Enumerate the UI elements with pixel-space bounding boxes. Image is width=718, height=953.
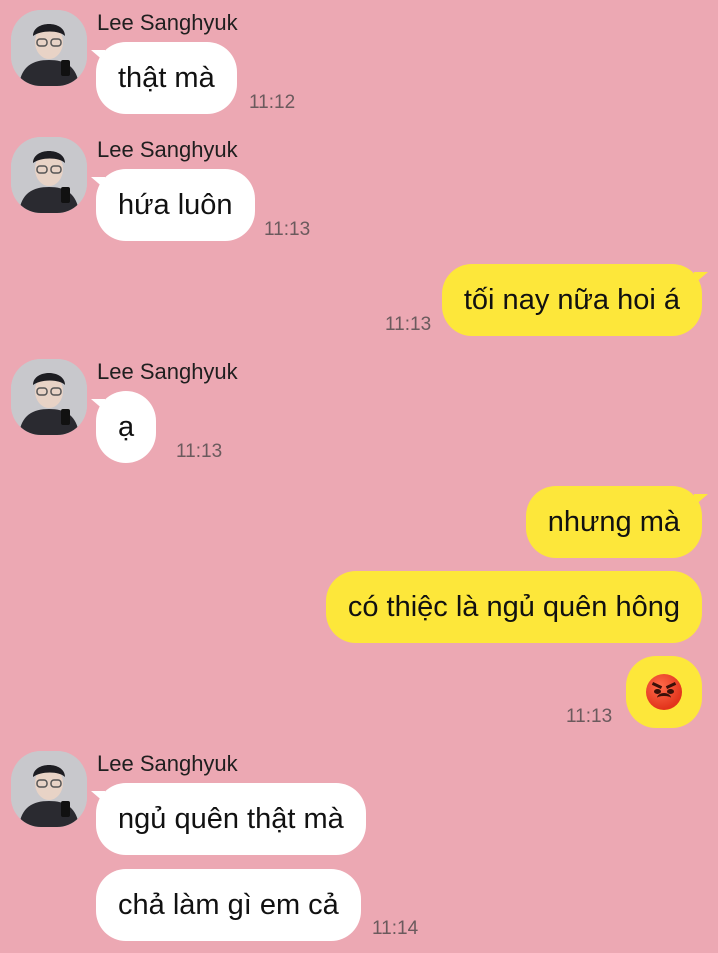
bubble-tail — [694, 272, 708, 284]
message-bubble[interactable] — [626, 656, 702, 728]
sender-name: Lee Sanghyuk — [97, 359, 238, 384]
sender-name: Lee Sanghyuk — [97, 751, 238, 776]
person-avatar-icon — [11, 751, 87, 827]
person-avatar-icon — [11, 359, 87, 435]
message-text: ạ — [118, 410, 135, 443]
message-time: 11:13 — [264, 219, 311, 240]
message-bubble[interactable]: tối nay nữa hoi á — [441, 264, 702, 336]
message-time: 11:12 — [249, 92, 296, 113]
message-bubble[interactable]: ạ — [96, 391, 157, 463]
message-bubble[interactable]: có thiệc là ngủ quên hông — [325, 571, 702, 643]
message-text: nhưng mà — [547, 505, 680, 538]
message-bubble[interactable]: ngủ quên thật mà — [96, 783, 366, 855]
message-time: 11:13 — [385, 314, 432, 335]
message-time: 11:13 — [176, 441, 223, 462]
avatar[interactable] — [11, 10, 87, 86]
bubble-tail — [694, 494, 708, 506]
message-text: hứa luôn — [118, 188, 233, 221]
angry-face-icon — [646, 674, 682, 710]
avatar[interactable] — [11, 359, 87, 435]
message-bubble[interactable]: hứa luôn — [96, 169, 255, 241]
message-bubble[interactable]: thật mà — [96, 42, 237, 114]
message-text: thật mà — [118, 61, 215, 94]
message-bubble[interactable]: chả làm gì em cả — [96, 869, 361, 941]
message-bubble[interactable]: nhưng mà — [525, 486, 702, 558]
person-avatar-icon — [11, 10, 87, 86]
sender-name: Lee Sanghyuk — [97, 137, 238, 162]
message-text: tối nay nữa hoi á — [463, 283, 680, 316]
message-time: 11:14 — [372, 918, 419, 939]
avatar[interactable] — [11, 751, 87, 827]
chat-area[interactable]: Lee Sanghyuk thật mà 11:12 Lee Sanghyuk … — [0, 0, 718, 953]
message-text: ngủ quên thật mà — [118, 802, 344, 835]
message-time: 11:13 — [566, 706, 613, 727]
sender-name: Lee Sanghyuk — [97, 10, 238, 35]
person-avatar-icon — [11, 137, 87, 213]
avatar[interactable] — [11, 137, 87, 213]
message-text: chả làm gì em cả — [118, 888, 339, 921]
message-text: có thiệc là ngủ quên hông — [347, 590, 680, 623]
